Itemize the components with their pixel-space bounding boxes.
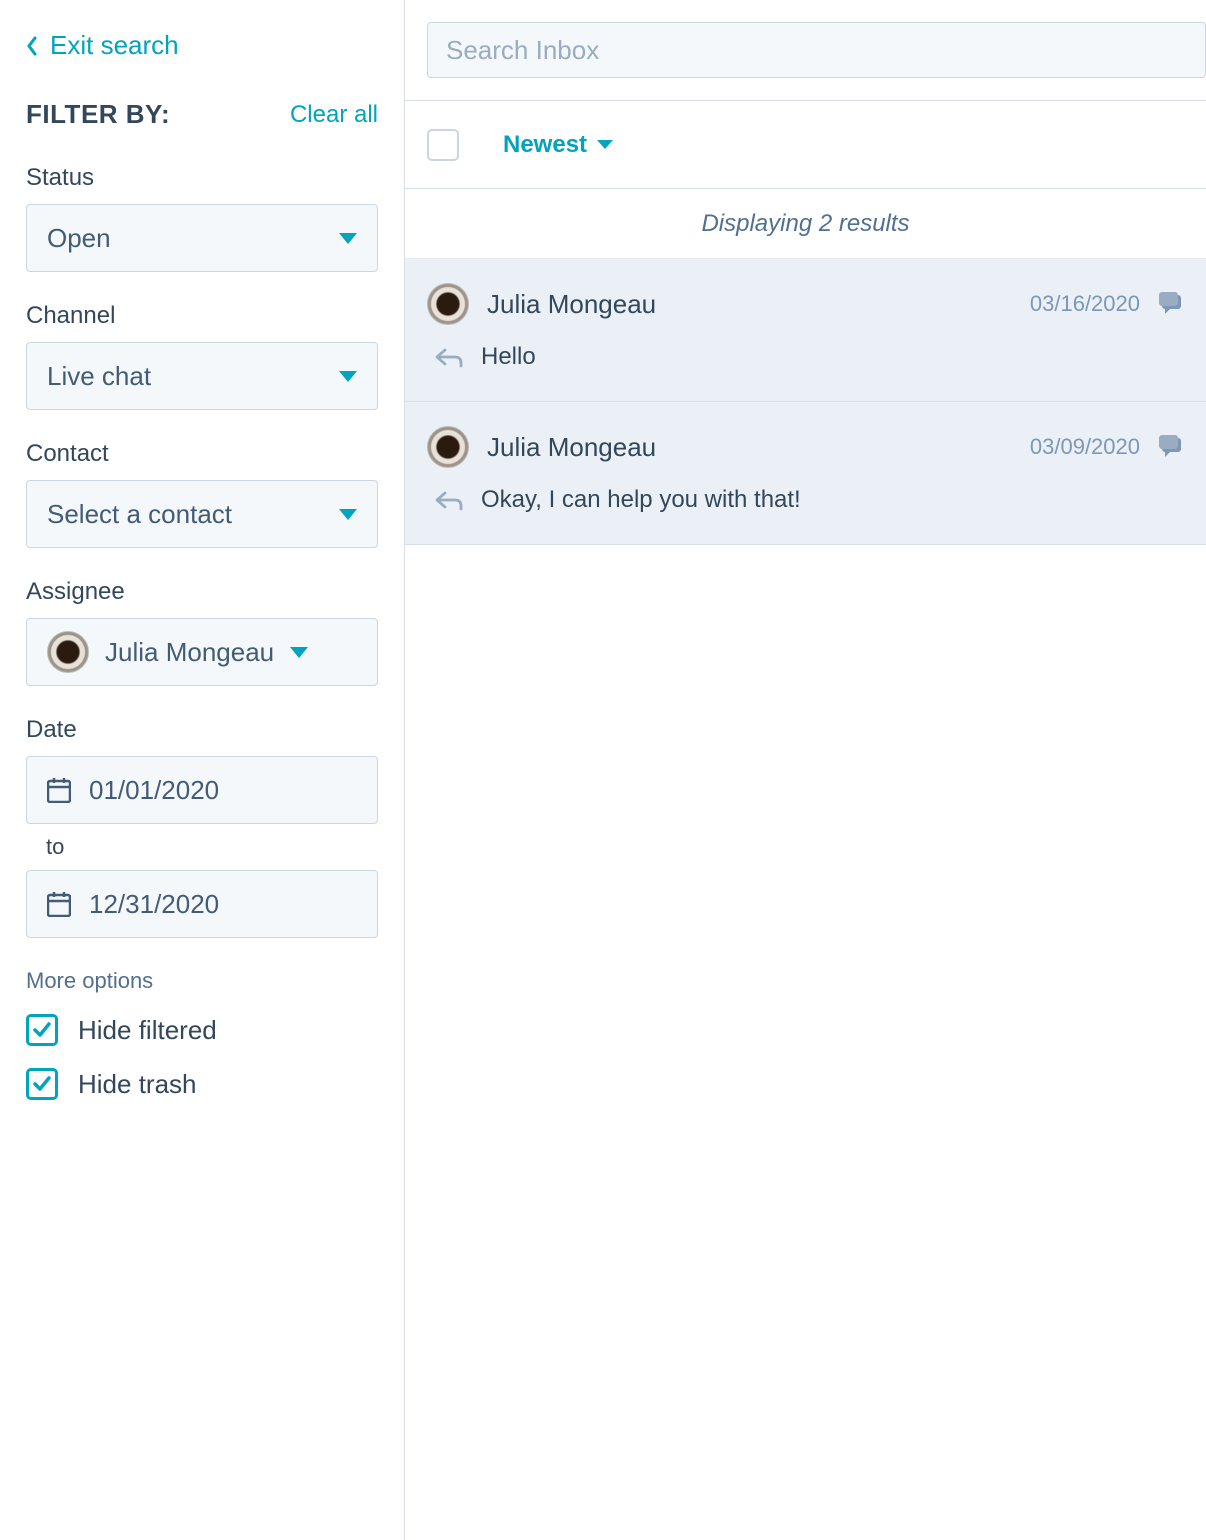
hide-trash-label: Hide trash xyxy=(78,1069,197,1100)
conversation-header: Julia Mongeau 03/16/2020 xyxy=(427,283,1184,325)
conversation-header: Julia Mongeau 03/09/2020 xyxy=(427,426,1184,468)
calendar-icon xyxy=(47,777,71,803)
caret-down-icon xyxy=(597,140,613,149)
conversation-preview: Okay, I can help you with that! xyxy=(481,486,801,514)
conversation-body: Hello xyxy=(427,343,1184,371)
date-to-label: to xyxy=(46,834,378,860)
date-from-input[interactable]: 01/01/2020 xyxy=(26,756,378,824)
caret-down-icon xyxy=(339,371,357,382)
chevron-left-icon xyxy=(26,36,38,56)
date-to-input[interactable]: 12/31/2020 xyxy=(26,870,378,938)
results-banner: Displaying 2 results xyxy=(405,189,1206,259)
caret-down-icon xyxy=(339,509,357,520)
status-group: Status Open xyxy=(26,164,378,272)
calendar-icon xyxy=(47,891,71,917)
filter-sidebar: Exit search FILTER BY: Clear all Status … xyxy=(0,0,405,1540)
sort-label: Newest xyxy=(503,131,587,159)
more-options-label: More options xyxy=(26,968,378,994)
conversation-item[interactable]: Julia Mongeau 03/09/2020 Okay, I can hel… xyxy=(405,402,1206,545)
date-group: Date 01/01/2020 to 12/31/2020 xyxy=(26,716,378,938)
caret-down-icon xyxy=(290,647,308,658)
channel-value: Live chat xyxy=(47,361,151,392)
hide-filtered-checkbox[interactable]: Hide filtered xyxy=(26,1014,378,1046)
caret-down-icon xyxy=(339,233,357,244)
contact-avatar xyxy=(427,426,469,468)
search-wrap xyxy=(405,0,1206,101)
exit-search-button[interactable]: Exit search xyxy=(26,30,378,61)
assignee-select[interactable]: Julia Mongeau xyxy=(26,618,378,686)
contact-name: Julia Mongeau xyxy=(487,289,1012,320)
assignee-avatar xyxy=(47,631,89,673)
main-column: Newest Displaying 2 results Julia Mongea… xyxy=(405,0,1206,1540)
search-input[interactable] xyxy=(427,22,1206,78)
conversation-body: Okay, I can help you with that! xyxy=(427,486,1184,514)
select-all-checkbox[interactable] xyxy=(427,129,459,161)
filter-header: FILTER BY: Clear all xyxy=(26,99,378,130)
date-from-value: 01/01/2020 xyxy=(89,775,219,806)
channel-group: Channel Live chat xyxy=(26,302,378,410)
assignee-group: Assignee Julia Mongeau xyxy=(26,578,378,686)
list-header: Newest xyxy=(405,101,1206,189)
conversation-preview: Hello xyxy=(481,343,536,371)
conversation-date: 03/09/2020 xyxy=(1030,434,1140,460)
contact-avatar xyxy=(427,283,469,325)
chat-bubble-icon xyxy=(1158,292,1184,316)
clear-all-button[interactable]: Clear all xyxy=(290,101,378,129)
checkbox-checked-icon xyxy=(26,1068,58,1100)
status-value: Open xyxy=(47,223,111,254)
hide-filtered-label: Hide filtered xyxy=(78,1015,217,1046)
checkbox-checked-icon xyxy=(26,1014,58,1046)
contact-group: Contact Select a contact xyxy=(26,440,378,548)
assignee-label: Assignee xyxy=(26,578,378,606)
exit-search-label: Exit search xyxy=(50,30,179,61)
conversation-date: 03/16/2020 xyxy=(1030,291,1140,317)
date-label: Date xyxy=(26,716,378,744)
contact-name: Julia Mongeau xyxy=(487,432,1012,463)
conversation-item[interactable]: Julia Mongeau 03/16/2020 Hello xyxy=(405,259,1206,402)
sort-button[interactable]: Newest xyxy=(503,131,613,159)
contact-select[interactable]: Select a contact xyxy=(26,480,378,548)
contact-label: Contact xyxy=(26,440,378,468)
contact-value: Select a contact xyxy=(47,499,232,530)
channel-select[interactable]: Live chat xyxy=(26,342,378,410)
status-select[interactable]: Open xyxy=(26,204,378,272)
filter-title: FILTER BY: xyxy=(26,99,170,130)
status-label: Status xyxy=(26,164,378,192)
reply-icon xyxy=(435,489,463,511)
date-to-value: 12/31/2020 xyxy=(89,889,219,920)
assignee-value: Julia Mongeau xyxy=(105,637,274,668)
chat-bubble-icon xyxy=(1158,435,1184,459)
reply-icon xyxy=(435,346,463,368)
channel-label: Channel xyxy=(26,302,378,330)
more-options-group: More options Hide filtered Hide trash xyxy=(26,968,378,1100)
hide-trash-checkbox[interactable]: Hide trash xyxy=(26,1068,378,1100)
